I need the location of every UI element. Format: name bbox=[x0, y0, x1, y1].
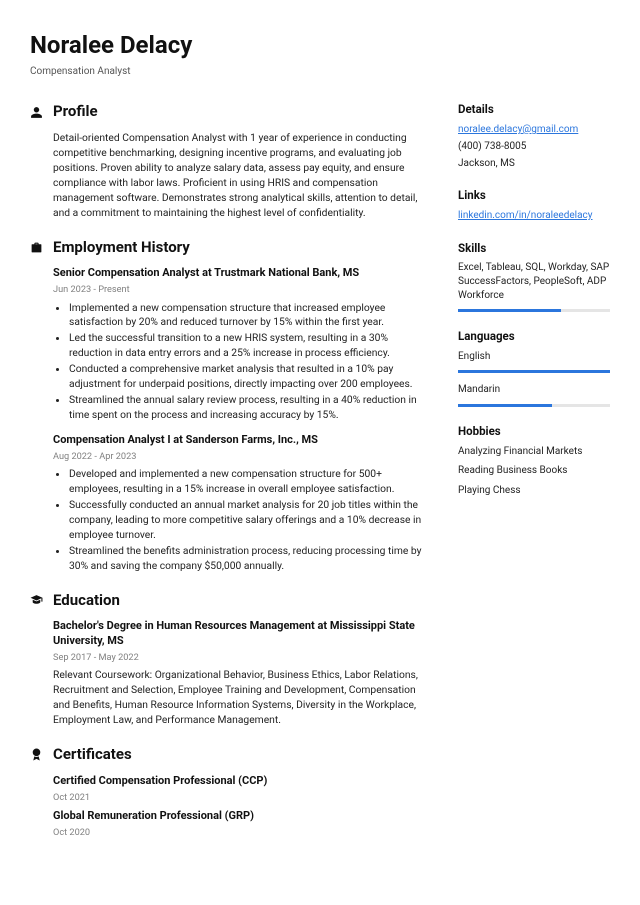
employment-section: Employment History Senior Compensation A… bbox=[30, 237, 430, 574]
education-section: Education Bachelor's Degree in Human Res… bbox=[30, 590, 430, 728]
languages-heading: Languages bbox=[458, 328, 610, 345]
hobbies-block: Hobbies Analyzing Financial Markets Readi… bbox=[458, 423, 610, 498]
entry-title: Bachelor's Degree in Human Resources Man… bbox=[53, 619, 430, 649]
main-column: Profile Detail-oriented Compensation Ana… bbox=[30, 101, 430, 844]
links-block: Links linkedin.com/in/noraleedelacy bbox=[458, 187, 610, 223]
skills-bar-fill bbox=[458, 309, 561, 312]
entry-dates: Oct 2021 bbox=[53, 791, 430, 804]
profile-heading: Profile bbox=[30, 101, 430, 123]
details-block: Details noralee.delacy@gmail.com (400) 7… bbox=[458, 101, 610, 171]
certificates-heading-text: Certificates bbox=[53, 744, 132, 766]
entry-title: Senior Compensation Analyst at Trustmark… bbox=[53, 266, 430, 281]
entry-desc: Relevant Coursework: Organizational Beha… bbox=[53, 668, 430, 728]
entry-bullet: Led the successful transition to a new H… bbox=[69, 331, 430, 361]
entry-dates: Sep 2017 - May 2022 bbox=[53, 651, 430, 664]
entry-bullet: Developed and implemented a new compensa… bbox=[69, 467, 430, 497]
hobby-item: Playing Chess bbox=[458, 484, 610, 499]
location-text: Jackson, MS bbox=[458, 157, 610, 171]
entry-bullet: Streamlined the annual salary review pro… bbox=[69, 393, 430, 423]
profile-section: Profile Detail-oriented Compensation Ana… bbox=[30, 101, 430, 220]
entry-bullets: Implemented a new compensation structure… bbox=[53, 301, 430, 423]
entry-dates: Oct 2020 bbox=[53, 826, 430, 839]
briefcase-icon bbox=[30, 241, 43, 254]
certificate-entry: Global Remuneration Professional (GRP) Oc… bbox=[30, 809, 430, 839]
award-icon bbox=[30, 748, 43, 761]
entry-dates: Jun 2023 - Present bbox=[53, 283, 430, 296]
links-heading: Links bbox=[458, 187, 610, 204]
entry-bullet: Streamlined the benefits administration … bbox=[69, 544, 430, 574]
graduation-icon bbox=[30, 594, 43, 607]
language-bar-fill bbox=[458, 370, 610, 373]
employment-entry: Senior Compensation Analyst at Trustmark… bbox=[30, 266, 430, 423]
phone-text: (400) 738-8005 bbox=[458, 140, 610, 154]
email-link[interactable]: noralee.delacy@gmail.com bbox=[458, 123, 610, 138]
entry-bullets: Developed and implemented a new compensa… bbox=[53, 467, 430, 573]
skills-block: Skills Excel, Tableau, SQL, Workday, SAP… bbox=[458, 240, 610, 313]
language-item: English bbox=[458, 350, 610, 374]
certificate-entry: Certified Compensation Professional (CCP… bbox=[30, 774, 430, 804]
entry-title: Certified Compensation Professional (CCP… bbox=[53, 774, 430, 789]
education-heading: Education bbox=[30, 590, 430, 612]
entry-bullet: Successfully conducted an annual market … bbox=[69, 498, 430, 543]
entry-bullet: Implemented a new compensation structure… bbox=[69, 301, 430, 331]
entry-title: Global Remuneration Professional (GRP) bbox=[53, 809, 430, 824]
employment-heading: Employment History bbox=[30, 237, 430, 259]
language-item: Mandarin bbox=[458, 383, 610, 407]
education-entry: Bachelor's Degree in Human Resources Man… bbox=[30, 619, 430, 728]
employment-heading-text: Employment History bbox=[53, 237, 190, 259]
entry-dates: Aug 2022 - Apr 2023 bbox=[53, 450, 430, 463]
hobby-item: Analyzing Financial Markets bbox=[458, 445, 610, 460]
entry-title: Compensation Analyst I at Sanderson Farm… bbox=[53, 433, 430, 448]
skills-heading: Skills bbox=[458, 240, 610, 257]
resume-header: Noralee Delacy Compensation Analyst bbox=[30, 28, 610, 79]
profile-text: Detail-oriented Compensation Analyst wit… bbox=[30, 131, 430, 221]
hobby-item: Reading Business Books bbox=[458, 464, 610, 479]
profile-heading-text: Profile bbox=[53, 101, 98, 123]
details-heading: Details bbox=[458, 101, 610, 118]
language-bar-fill bbox=[458, 404, 552, 407]
education-heading-text: Education bbox=[53, 590, 120, 612]
columns: Profile Detail-oriented Compensation Ana… bbox=[30, 101, 610, 844]
entry-bullet: Conducted a comprehensive market analysi… bbox=[69, 362, 430, 392]
language-label: English bbox=[458, 350, 610, 365]
employment-entry: Compensation Analyst I at Sanderson Farm… bbox=[30, 433, 430, 574]
person-icon bbox=[30, 106, 43, 119]
person-title: Compensation Analyst bbox=[30, 65, 610, 80]
language-label: Mandarin bbox=[458, 383, 610, 398]
person-name: Noralee Delacy bbox=[30, 28, 610, 63]
skills-text: Excel, Tableau, SQL, Workday, SAP Succes… bbox=[458, 261, 610, 303]
language-bar bbox=[458, 370, 610, 373]
hobbies-heading: Hobbies bbox=[458, 423, 610, 440]
languages-block: Languages English Mandarin bbox=[458, 328, 610, 407]
language-bar bbox=[458, 404, 610, 407]
skills-bar bbox=[458, 309, 610, 312]
certificates-heading: Certificates bbox=[30, 744, 430, 766]
aside-link[interactable]: linkedin.com/in/noraleedelacy bbox=[458, 209, 610, 224]
certificates-section: Certificates Certified Compensation Prof… bbox=[30, 744, 430, 839]
aside-column: Details noralee.delacy@gmail.com (400) 7… bbox=[458, 101, 610, 844]
